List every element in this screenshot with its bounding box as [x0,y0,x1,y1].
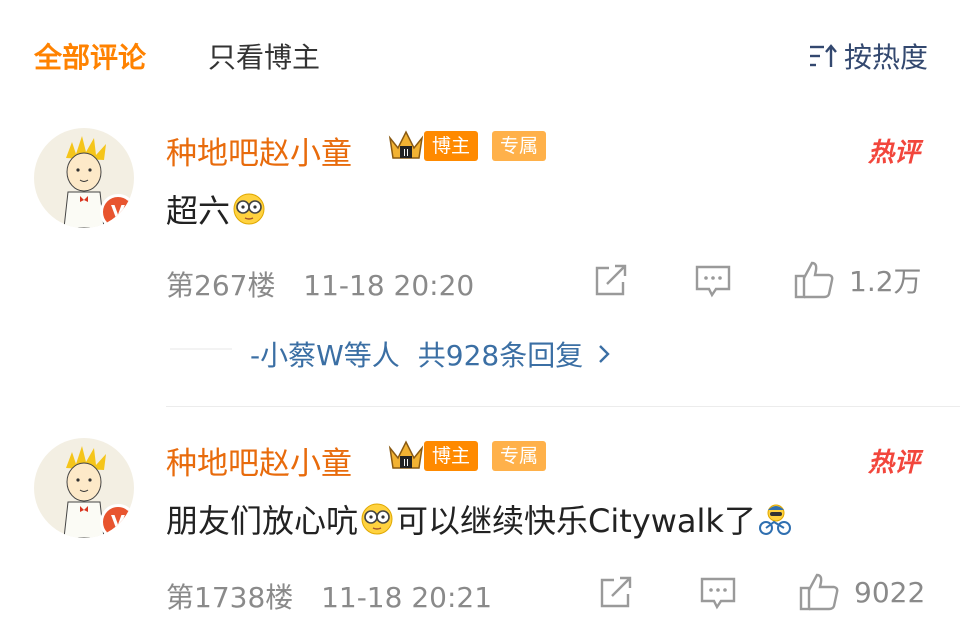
crown-level-icon: II [388,440,424,469]
sort-by-hot-button[interactable]: 按热度 [808,36,928,76]
reply-count: 共928条回复 [417,339,584,372]
exclusive-badge: 专属 [492,131,547,161]
thumbs-up-icon [794,261,834,299]
comment-meta: 第1738楼 11-18 20:21 [166,576,492,616]
sort-icon [809,44,837,67]
reply-button[interactable] [694,264,732,298]
exclusive-badge: 专属 [492,441,547,471]
view-replies-link[interactable]: -小蔡W等人 共928条回复 [250,334,611,374]
share-icon [600,576,632,608]
chevron-right-icon [599,345,610,363]
share-icon [595,264,627,296]
crown-level-icon: II [388,130,424,159]
svg-text:II: II [403,458,409,469]
share-button[interactable] [598,576,634,610]
avatar[interactable]: V [34,438,134,538]
sort-label: 按热度 [843,41,928,74]
like-button[interactable]: 1.2万 [793,260,922,300]
hot-comment-label: 热评 [867,138,920,168]
blogger-badge: 博主 [424,131,479,161]
comment-bubble-icon [700,577,736,610]
comment-bubble-icon [695,265,731,298]
verified-badge-icon: V [100,194,134,228]
glasses-face-emoji-icon [361,503,393,535]
comment-text-part: 超六 [166,192,231,230]
reply-preview-divider [170,348,232,350]
comment-text: 超六 [166,186,268,232]
cyclist-emoji-icon [758,504,791,535]
comment-text-part: 朋友们放心吭 [166,502,359,540]
thumbs-up-icon [799,573,839,611]
like-button[interactable]: 9022 [798,572,925,612]
reply-users: -小蔡W等人 [250,339,400,372]
comment-time: 11-18 20:20 [303,269,475,302]
username[interactable]: 种地吧赵小童 [166,438,352,483]
comment-text: 朋友们放心吭 可以继续快乐Citywalk了 [166,496,794,542]
svg-text:II: II [403,148,409,159]
username[interactable]: 种地吧赵小童 [166,128,352,173]
comment-time: 11-18 20:21 [321,581,493,614]
floor-number: 第267楼 [166,269,276,302]
hot-comment-label: 热评 [867,448,920,478]
glasses-face-emoji-icon [233,193,265,225]
avatar[interactable]: V [34,128,134,228]
floor-number: 第1738楼 [166,581,294,614]
share-button[interactable] [593,264,629,298]
like-count: 9022 [854,575,926,609]
comment-tabs: 全部评论 只看博主 按热度 [0,0,960,100]
verified-badge-icon: V [100,504,134,538]
tab-all-comments[interactable]: 全部评论 [34,36,146,76]
comment-divider [166,406,960,407]
like-count: 1.2万 [849,265,922,298]
comment-text-part: 可以继续快乐Citywalk了 [396,502,756,540]
reply-button[interactable] [699,576,737,610]
comment-meta: 第267楼 11-18 20:20 [166,264,474,304]
tab-blogger-only[interactable]: 只看博主 [208,36,320,76]
blogger-badge: 博主 [424,441,479,471]
